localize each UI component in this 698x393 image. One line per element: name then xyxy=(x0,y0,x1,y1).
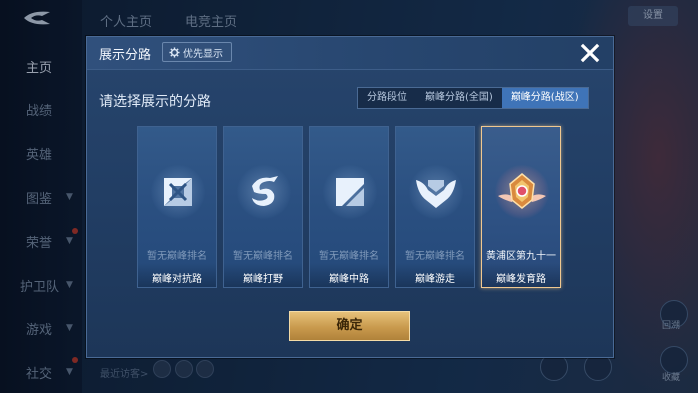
lane-rank-text: 暂无巅峰排名 xyxy=(405,251,465,262)
tab-peak-lane-national[interactable]: 巅峰分路(全国) xyxy=(416,88,502,108)
lane-type-tabs: 分路段位 巅峰分路(全国) 巅峰分路(战区) xyxy=(357,87,589,109)
close-button[interactable] xyxy=(575,40,605,66)
lane-role-label: 巅峰打野 xyxy=(243,274,283,285)
lane-role-label: 巅峰游走 xyxy=(415,274,455,285)
dialog-header: 展示分路 优先显示 xyxy=(87,37,613,70)
lane-card-clash[interactable]: 暂无巅峰排名 巅峰对抗路 xyxy=(137,126,217,288)
jungle-icon xyxy=(237,165,291,219)
clash-lane-icon xyxy=(151,165,205,219)
farm-lane-badge-icon xyxy=(495,165,549,219)
select-lane-prompt: 请选择展示的分路 xyxy=(99,94,211,110)
display-lane-dialog: 展示分路 优先显示 请选择展示的分路 分路段位 巅峰分路(全国) 巅峰分路(战区… xyxy=(86,36,614,358)
lane-card-farm[interactable]: 黄浦区第九十一 巅峰发育路 xyxy=(481,126,561,288)
priority-display-label: 优先显示 xyxy=(183,48,223,60)
lane-card-jungle[interactable]: 暂无巅峰排名 巅峰打野 xyxy=(223,126,303,288)
lane-rank-text: 暂无巅峰排名 xyxy=(233,251,293,262)
lane-rank-text: 暂无巅峰排名 xyxy=(147,251,207,262)
gear-icon xyxy=(169,46,180,58)
lane-card-mid[interactable]: 暂无巅峰排名 巅峰中路 xyxy=(309,126,389,288)
priority-display-button[interactable]: 优先显示 xyxy=(162,42,232,62)
tab-lane-rank[interactable]: 分路段位 xyxy=(358,88,416,108)
lane-role-label: 巅峰对抗路 xyxy=(152,274,202,285)
confirm-button[interactable]: 确定 xyxy=(289,311,410,341)
mid-lane-icon xyxy=(323,165,377,219)
dialog-title: 展示分路 xyxy=(99,48,152,63)
tab-peak-lane-district[interactable]: 巅峰分路(战区) xyxy=(501,88,588,108)
lane-role-label: 巅峰中路 xyxy=(329,274,369,285)
roam-icon xyxy=(409,165,463,219)
lane-role-label: 巅峰发育路 xyxy=(496,274,546,285)
lane-rank-text: 暂无巅峰排名 xyxy=(319,251,379,262)
lane-rank-text: 黄浦区第九十一 xyxy=(486,251,556,262)
close-icon xyxy=(580,43,600,63)
lane-card-roam[interactable]: 暂无巅峰排名 巅峰游走 xyxy=(395,126,475,288)
